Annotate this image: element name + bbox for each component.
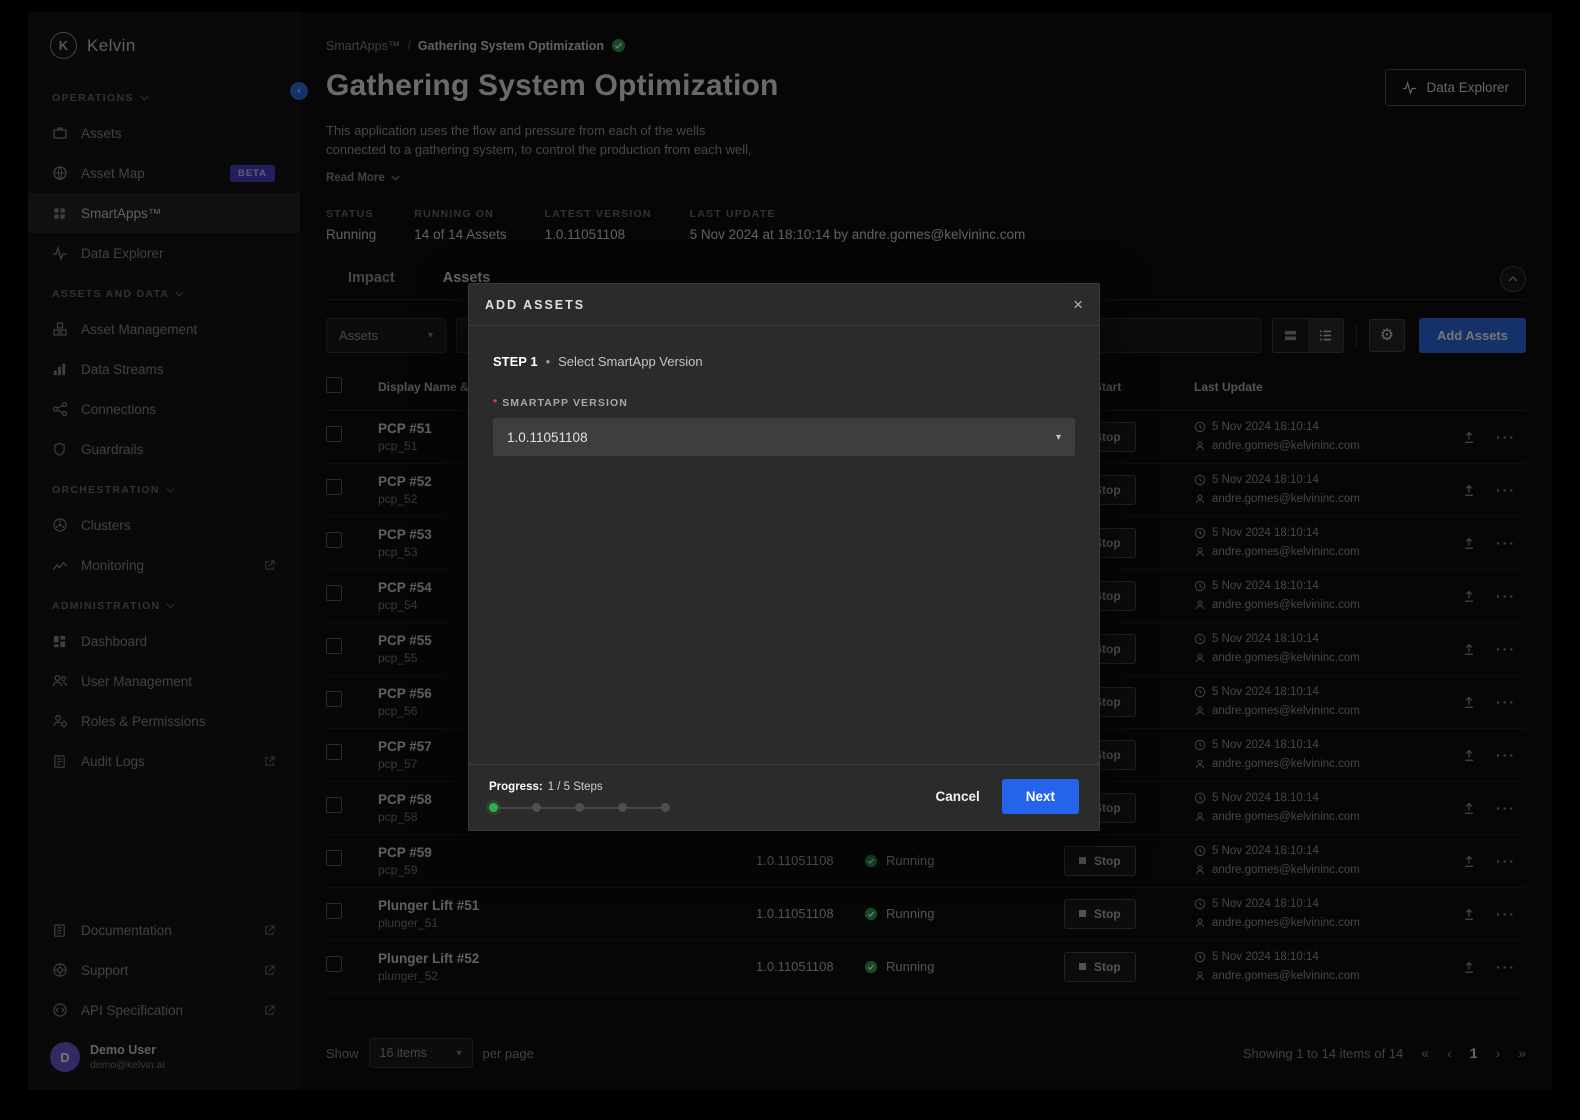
step-connector	[584, 807, 618, 809]
cancel-button[interactable]: Cancel	[935, 789, 979, 804]
step-title: Select SmartApp Version	[558, 354, 703, 369]
required-asterisk: *	[493, 397, 498, 409]
modal-footer: Progress: 1 / 5 Steps Cancel Next	[469, 764, 1099, 830]
progress-block: Progress: 1 / 5 Steps	[489, 781, 670, 812]
progress-label: Progress: 1 / 5 Steps	[489, 781, 670, 793]
step-dot	[489, 803, 498, 812]
close-icon[interactable]: ×	[1073, 296, 1083, 313]
add-assets-modal: ADD ASSETS × STEP 1 • Select SmartApp Ve…	[468, 283, 1100, 831]
smartapp-version-label: * SMARTAPP VERSION	[493, 397, 1075, 409]
step-indicator: STEP 1 • Select SmartApp Version	[493, 354, 1075, 369]
modal-title: ADD ASSETS	[485, 298, 585, 312]
smartapp-version-value: 1.0.11051108	[507, 430, 588, 445]
app-window: K Kelvin ‹ OPERATIONS Assets Asset Map B…	[28, 12, 1552, 1090]
smartapp-version-select[interactable]: 1.0.11051108 ▾	[493, 418, 1075, 456]
step-connector	[541, 807, 575, 809]
step-dot	[575, 803, 584, 812]
modal-header: ADD ASSETS ×	[469, 284, 1099, 326]
step-connector	[627, 807, 661, 809]
progress-steps	[489, 803, 670, 812]
step-dot	[532, 803, 541, 812]
modal-body: STEP 1 • Select SmartApp Version * SMART…	[469, 326, 1099, 764]
chevron-down-icon: ▾	[1056, 432, 1061, 443]
step-connector	[498, 807, 532, 809]
next-button[interactable]: Next	[1002, 779, 1079, 814]
step-dot	[618, 803, 627, 812]
step-label: STEP 1	[493, 354, 538, 369]
step-dot	[661, 803, 670, 812]
